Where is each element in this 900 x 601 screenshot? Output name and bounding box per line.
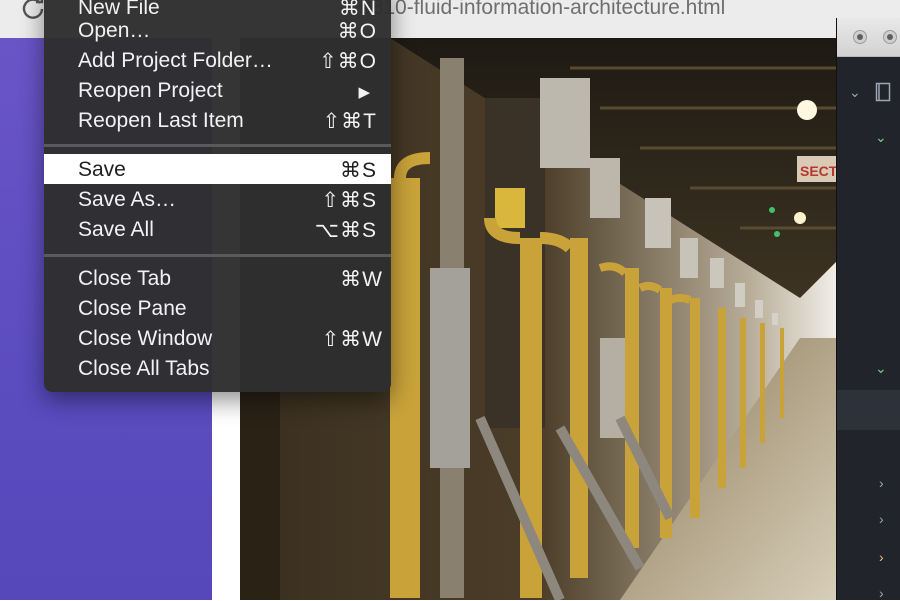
menu-item-label: Reopen Project [78,79,223,102]
menu-item-close-tab[interactable]: Close Tab ⌘W [44,263,391,293]
menu-item-label: Close Window [78,327,213,350]
menu-separator [44,254,391,257]
menu-item-shortcut: ⇧⌘O [319,50,377,73]
chevron-down-icon[interactable]: ⌄ [875,361,887,375]
menu-item-shortcut: ⇧⌘T [322,110,377,133]
menu-item-label: Close Pane [78,297,187,320]
menu-item-add-project-folder[interactable]: Add Project Folder… ⇧⌘O [44,45,391,75]
menu-item-shortcut: ⌥⌘S [314,219,377,242]
section-sign-text: SECT [800,163,838,179]
menu-item-shortcut: ⇧⌘W [321,328,383,351]
menu-item-label: Open… [78,19,151,42]
menu-item-open[interactable]: Open… ⌘O [44,15,391,45]
tree-selected-row[interactable] [837,390,900,430]
menu-item-reopen-project[interactable]: Reopen Project ▶ [44,75,391,105]
file-menu: New File ⌘N Open… ⌘O Add Project Folder…… [44,0,391,392]
menu-item-label: Save All [78,218,154,241]
window-minimize-button[interactable] [883,30,897,44]
chevron-right-icon[interactable]: › [879,550,884,564]
menu-item-label: Add Project Folder… [78,49,273,72]
menu-item-label: Close Tab [78,267,172,290]
menu-item-shortcut: ⌘W [340,268,383,291]
chevron-down-icon[interactable]: ⌄ [875,130,887,144]
url-text[interactable]: 0810-fluid-information-architecture.html [360,0,725,20]
book-icon [875,82,891,102]
menu-item-save-as[interactable]: Save As… ⇧⌘S [44,184,391,214]
chevron-right-icon[interactable]: › [879,586,884,600]
chevron-down-icon[interactable]: ⌄ [849,85,861,99]
submenu-arrow-icon: ▶ [358,84,371,101]
menu-item-save-all[interactable]: Save All ⌥⌘S [44,214,391,244]
chevron-right-icon[interactable]: › [879,476,884,490]
menu-item-close-window[interactable]: Close Window ⇧⌘W [44,323,391,353]
editor-titlebar [837,18,900,57]
menu-item-label: Save [78,158,126,181]
menu-item-shortcut: ⌘S [339,159,377,182]
menu-item-close-all-tabs[interactable]: Close All Tabs [44,353,391,383]
menu-item-reopen-last-item[interactable]: Reopen Last Item ⇧⌘T [44,105,391,135]
window-close-button[interactable] [853,30,867,44]
menu-item-save[interactable]: Save ⌘S [44,154,391,184]
menu-item-label: Close All Tabs [78,357,210,380]
reload-icon[interactable] [20,0,46,20]
menu-item-close-pane[interactable]: Close Pane [44,293,391,323]
menu-item-shortcut: ⌘O [337,20,377,43]
menu-separator [44,144,391,147]
menu-item-label: Reopen Last Item [78,109,244,132]
chevron-right-icon[interactable]: › [879,512,884,526]
menu-item-shortcut: ⇧⌘S [321,189,377,212]
menu-item-label: Save As… [78,188,177,211]
editor-window: ⌄ ⌄ ⌄ › › › › [836,18,900,600]
